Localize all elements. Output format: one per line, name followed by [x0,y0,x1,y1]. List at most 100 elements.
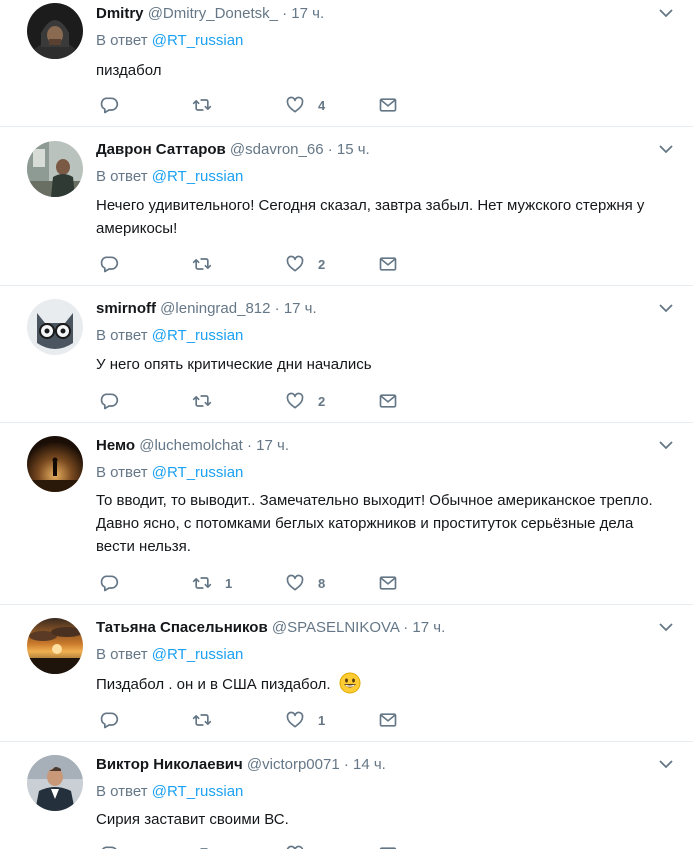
chevron-down-icon[interactable] [659,303,673,313]
user-handle[interactable]: @luchemolchat [139,437,243,454]
like-button[interactable]: 1 [285,709,325,731]
direct-message-button[interactable] [378,709,398,731]
tweet-header: Виктор Николаевич @victorp0071 · 14 ч. [96,755,386,775]
mention-link[interactable]: @RT_russian [152,32,244,49]
like-button[interactable]: 4 [285,94,325,116]
mention-link[interactable]: @RT_russian [152,783,244,800]
timestamp[interactable]: 17 ч. [256,437,289,454]
tweet[interactable]: Даврон Саттаров @sdavron_66 · 15 ч. В от… [0,127,693,286]
heart-icon [286,711,304,728]
timestamp[interactable]: 17 ч. [291,5,324,22]
tweet[interactable]: Татьяна Спасельников @SPASELNIKOVA · 17 … [0,605,693,742]
envelope-icon [379,713,397,727]
like-count: 2 [318,393,326,409]
user-handle[interactable]: @SPASELNIKOVA [272,619,399,636]
avatar[interactable] [27,755,83,811]
reply-button[interactable] [99,390,132,412]
mention-link[interactable]: @RT_russian [152,168,244,185]
tweet-actions: 2 [96,390,416,412]
heart-icon [286,96,304,113]
display-name[interactable]: Даврон Саттаров [96,141,226,158]
reply-icon [100,575,119,592]
tweet-actions: 1 8 [96,572,416,594]
direct-message-button[interactable] [378,390,398,412]
avatar[interactable] [27,3,83,59]
reply-prefix: В ответ [96,32,148,49]
heart-icon [286,574,304,591]
display-name[interactable]: Немо [96,437,135,454]
display-name[interactable]: smirnoff [96,300,156,317]
retweet-button[interactable] [192,709,225,731]
retweet-button[interactable]: 1 [192,572,232,594]
separator-dot: · [403,619,409,636]
reply-context: В ответ @RT_russian [96,645,243,665]
heart-icon [286,255,304,272]
tweet[interactable]: Немо @luchemolchat · 17 ч. В ответ @RT_r… [0,423,693,605]
reply-icon [100,97,119,114]
reply-button[interactable] [99,709,132,731]
user-handle[interactable]: @sdavron_66 [230,141,324,158]
reply-icon [102,846,117,849]
separator-dot: · [274,300,280,317]
display-name[interactable]: Татьяна Спасельников [96,619,268,636]
user-handle[interactable]: @victorp0071 [247,756,340,773]
reply-button[interactable] [99,253,132,275]
tweet[interactable]: Dmitry @Dmitry_Donetsk_ · 17 ч. В ответ … [0,0,693,127]
chevron-down-icon[interactable] [659,759,673,769]
avatar[interactable] [27,618,83,674]
timestamp[interactable]: 17 ч. [284,300,317,317]
avatar[interactable] [27,141,83,197]
reply-prefix: В ответ [96,783,148,800]
like-button[interactable]: 2 [285,390,325,412]
reply-button[interactable] [99,572,132,594]
like-button[interactable]: 8 [285,572,325,594]
avatar[interactable] [27,299,83,355]
timestamp[interactable]: 17 ч. [412,619,445,636]
avatar[interactable] [27,436,83,492]
retweet-button[interactable] [192,843,225,849]
tweet-text: У него опять критические дни начались [96,356,372,373]
reply-button[interactable] [99,94,132,116]
user-handle[interactable]: @Dmitry_Donetsk_ [148,5,278,22]
reply-context: В ответ @RT_russian [96,326,243,346]
grinning-face-emoji-icon [339,672,361,694]
tweet-text-block: Пиздабол . он и в США пиздабол. [96,672,676,696]
timestamp[interactable]: 14 ч. [353,756,386,773]
mention-link[interactable]: @RT_russian [152,646,244,663]
timestamp[interactable]: 15 ч. [337,141,370,158]
avatar-cat-with-glasses-icon [27,299,83,355]
reply-prefix: В ответ [96,168,148,185]
like-button[interactable]: 2 [285,253,325,275]
retweet-button[interactable] [192,390,225,412]
reply-icon [100,256,119,273]
separator-dot: · [343,756,349,773]
mention-link[interactable]: @RT_russian [152,327,244,344]
tweet[interactable]: Виктор Николаевич @victorp0071 · 14 ч. В… [0,742,693,849]
display-name[interactable]: Виктор Николаевич [96,756,243,773]
envelope-icon [379,576,397,590]
chevron-down-icon[interactable] [659,440,673,450]
reply-feed: Dmitry @Dmitry_Donetsk_ · 17 ч. В ответ … [0,0,693,849]
chevron-down-icon[interactable] [659,8,673,18]
retweet-icon [192,258,212,270]
display-name[interactable]: Dmitry [96,5,144,22]
reply-context: В ответ @RT_russian [96,31,243,51]
like-button[interactable] [285,843,318,849]
direct-message-button[interactable] [378,94,398,116]
reply-icon [100,393,119,410]
tweet-actions [96,843,416,849]
retweet-button[interactable] [192,94,225,116]
chevron-down-icon[interactable] [659,622,673,632]
retweet-button[interactable] [192,253,225,275]
direct-message-button[interactable] [378,843,398,849]
separator-dot: · [247,437,252,454]
tweet-text: То вводит, то выводит.. Замечательно вых… [96,492,653,555]
user-handle[interactable]: @leningrad_812 [160,300,270,317]
direct-message-button[interactable] [378,572,398,594]
mention-link[interactable]: @RT_russian [152,464,244,481]
direct-message-button[interactable] [378,253,398,275]
reply-button[interactable] [99,843,132,849]
tweet[interactable]: smirnoff @leningrad_812 · 17 ч. В ответ … [0,286,693,423]
chevron-down-icon[interactable] [659,144,673,154]
tweet-actions: 2 [96,253,416,275]
